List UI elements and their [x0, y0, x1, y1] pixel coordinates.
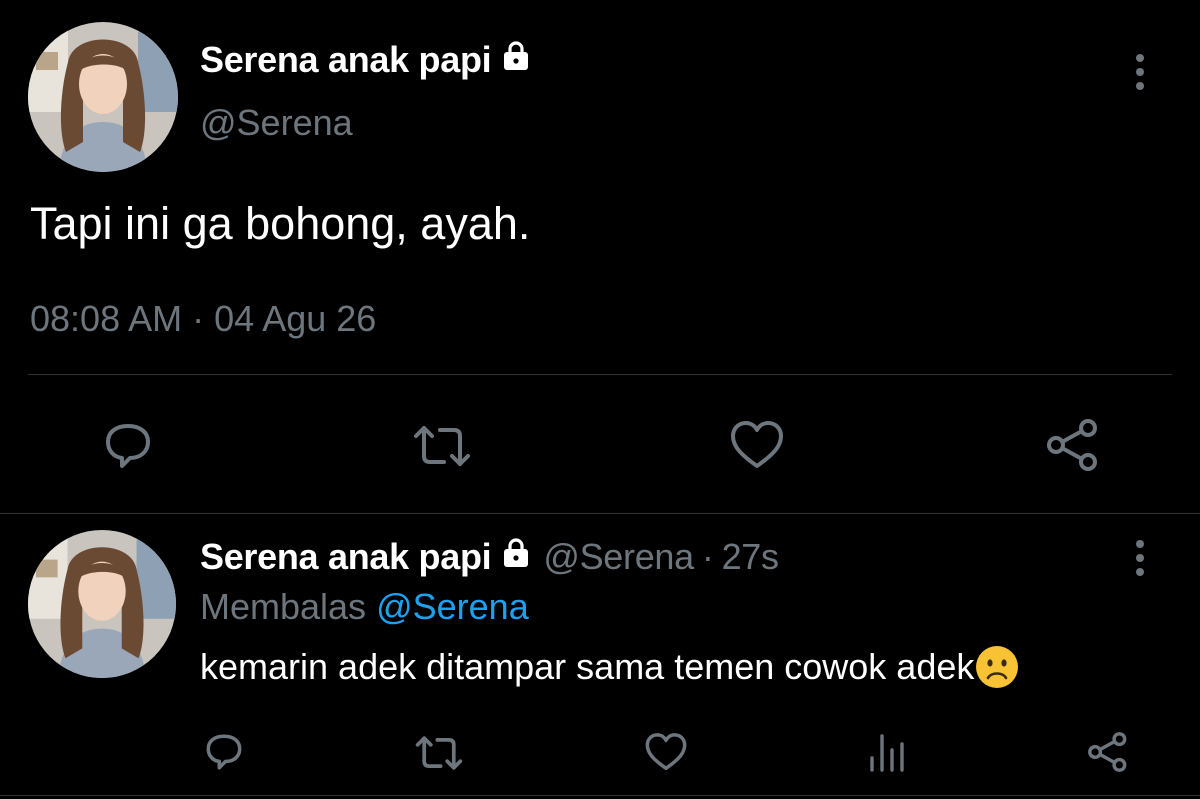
- frowning-face-emoji-icon: [976, 646, 1019, 688]
- replying-prefix: Membalas: [200, 586, 367, 627]
- like-icon[interactable]: [643, 731, 689, 773]
- like-icon[interactable]: [728, 418, 786, 472]
- avatar[interactable]: [28, 22, 178, 172]
- reply-header: Serena anak papi @Serena · 27s: [200, 535, 779, 578]
- lock-icon: [499, 535, 533, 578]
- share-icon[interactable]: [1044, 416, 1102, 474]
- reply-text: kemarin adek ditampar sama temen cowok a…: [200, 646, 975, 687]
- more-options-icon[interactable]: [1130, 54, 1150, 90]
- display-name-text[interactable]: Serena anak papi: [200, 39, 492, 81]
- avatar[interactable]: [28, 530, 176, 678]
- reply-icon[interactable]: [100, 418, 156, 474]
- avatar-image: [28, 530, 176, 678]
- retweet-icon[interactable]: [410, 418, 474, 474]
- retweet-icon[interactable]: [412, 730, 466, 776]
- divider: [0, 795, 1200, 796]
- share-icon[interactable]: [1086, 730, 1130, 774]
- display-name[interactable]: Serena anak papi: [200, 38, 533, 81]
- reply-icon[interactable]: [202, 730, 246, 774]
- separator-dot: ·: [701, 535, 714, 577]
- reply-tweet-text: kemarin adek ditampar sama temen cowok a…: [200, 646, 1019, 688]
- tweet-timestamp: 08:08 AM · 04 Agu 26: [30, 298, 376, 340]
- divider: [28, 374, 1172, 375]
- avatar-image: [28, 22, 178, 172]
- replying-to: Membalas @Serena: [200, 586, 529, 628]
- separator-dot: ·: [192, 298, 205, 339]
- display-name-text[interactable]: Serena anak papi: [200, 536, 492, 578]
- tweet-time[interactable]: 08:08 AM: [30, 298, 182, 339]
- lock-icon: [499, 38, 533, 81]
- tweet-age[interactable]: 27s: [722, 536, 779, 578]
- analytics-icon[interactable]: [866, 730, 910, 774]
- divider: [0, 513, 1200, 514]
- tweet-text: Tapi ini ga bohong, ayah.: [30, 198, 531, 249]
- handle[interactable]: @Serena: [200, 102, 353, 144]
- handle[interactable]: @Serena: [543, 536, 694, 578]
- replying-to-link[interactable]: @Serena: [376, 586, 529, 627]
- more-options-icon[interactable]: [1130, 540, 1150, 576]
- tweet-date[interactable]: 04 Agu 26: [214, 298, 376, 339]
